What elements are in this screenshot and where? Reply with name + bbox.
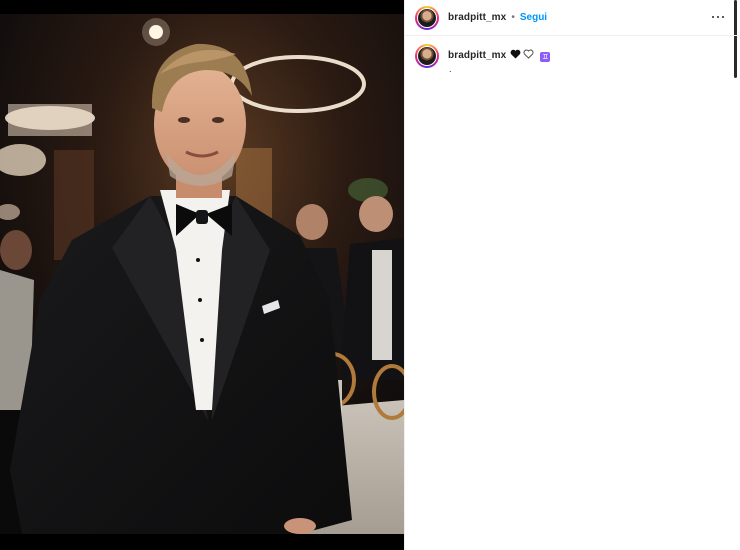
post-header: bradpitt_mx • Segui xyxy=(405,0,740,36)
post-photo[interactable] xyxy=(0,0,404,550)
black-heart-icon xyxy=(510,49,521,59)
avatar[interactable] xyxy=(415,5,439,30)
follow-button[interactable]: Segui xyxy=(520,12,547,23)
post-side-panel: bradpitt_mx • Segui bradpitt_mx ♊ . xyxy=(404,0,740,550)
caption-text: . xyxy=(449,64,452,74)
purple-square-icon: ♊ xyxy=(540,52,551,62)
white-heart-icon xyxy=(523,49,534,59)
post-photo-image xyxy=(0,0,404,550)
avatar-image xyxy=(418,47,436,65)
avatar-image xyxy=(418,8,436,27)
separator-dot: • xyxy=(511,12,515,23)
username-link[interactable]: bradpitt_mx xyxy=(448,12,506,23)
caption-username-link[interactable]: bradpitt_mx xyxy=(448,50,506,61)
more-options-icon[interactable] xyxy=(712,11,724,23)
caption-avatar[interactable] xyxy=(415,44,439,68)
post-caption: bradpitt_mx ♊ . xyxy=(405,44,740,74)
